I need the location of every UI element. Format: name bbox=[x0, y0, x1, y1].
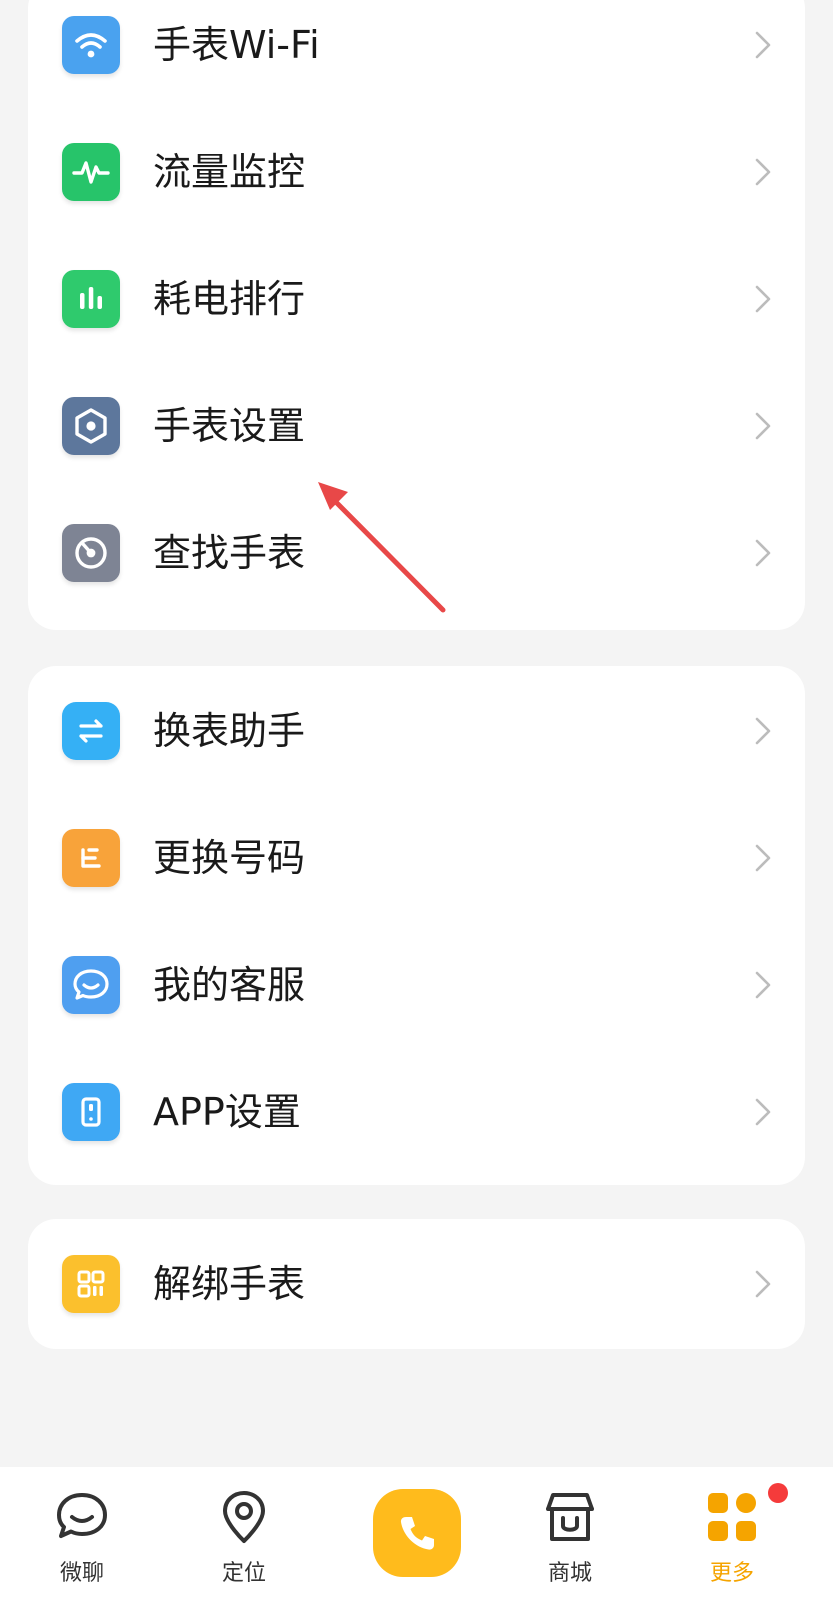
tab-chat[interactable]: 微聊 bbox=[22, 1467, 142, 1600]
account-card: 换表助手 更换号码 我的客服 APP设置 bbox=[28, 666, 805, 1185]
chevron-right-icon bbox=[755, 412, 771, 440]
qr-code-icon bbox=[62, 1255, 120, 1313]
chevron-right-icon bbox=[755, 158, 771, 186]
chevron-right-icon bbox=[755, 31, 771, 59]
menu-item-battery-ranking[interactable]: 耗电排行 bbox=[28, 234, 805, 364]
chat-smile-icon bbox=[62, 956, 120, 1014]
menu-item-change-number[interactable]: 更换号码 bbox=[28, 793, 805, 923]
swap-icon bbox=[62, 702, 120, 760]
tab-location[interactable]: 定位 bbox=[184, 1467, 304, 1600]
bar-chart-icon bbox=[62, 270, 120, 328]
tab-label: 微聊 bbox=[59, 1561, 104, 1586]
menu-item-find-watch[interactable]: 查找手表 bbox=[28, 488, 805, 618]
phone-icon bbox=[400, 1517, 434, 1550]
bottom-tab-bar: 微聊 定位 商城 更多 bbox=[0, 1467, 833, 1600]
chevron-right-icon bbox=[755, 1098, 771, 1126]
menu-item-label: 手表设置 bbox=[153, 404, 306, 448]
menu-item-traffic-monitor[interactable]: 流量监控 bbox=[28, 107, 805, 237]
menu-item-watch-wifi[interactable]: 手表Wi-Fi bbox=[28, 0, 805, 110]
chevron-right-icon bbox=[755, 285, 771, 313]
chevron-right-icon bbox=[755, 717, 771, 745]
menu-item-app-settings[interactable]: APP设置 bbox=[28, 1047, 805, 1177]
menu-item-label: 查找手表 bbox=[153, 531, 306, 575]
notification-badge bbox=[768, 1483, 788, 1503]
menu-item-watch-settings[interactable]: 手表设置 bbox=[28, 361, 805, 491]
chevron-right-icon bbox=[755, 844, 771, 872]
menu-item-label: 耗电排行 bbox=[153, 277, 306, 321]
menu-item-label: APP设置 bbox=[153, 1090, 301, 1134]
find-watch-icon bbox=[62, 524, 120, 582]
wifi-icon bbox=[62, 16, 120, 74]
menu-item-customer-service[interactable]: 我的客服 bbox=[28, 920, 805, 1050]
menu-item-label: 手表Wi-Fi bbox=[153, 23, 320, 67]
watch-features-card: 手表Wi-Fi 流量监控 耗电排行 手表设置 查找手表 bbox=[28, 0, 805, 630]
menu-item-label: 更换号码 bbox=[153, 836, 306, 880]
menu-item-label: 我的客服 bbox=[153, 963, 306, 1007]
hexagon-settings-icon bbox=[62, 397, 120, 455]
grid-more-icon bbox=[708, 1493, 756, 1541]
location-pin-icon bbox=[223, 1491, 265, 1543]
menu-item-label: 流量监控 bbox=[153, 150, 306, 194]
menu-item-label: 解绑手表 bbox=[153, 1262, 306, 1306]
tab-label: 定位 bbox=[221, 1561, 266, 1586]
menu-item-switch-watch[interactable]: 换表助手 bbox=[28, 666, 805, 796]
store-icon bbox=[546, 1493, 594, 1541]
tab-label: 商城 bbox=[547, 1561, 592, 1586]
phone-device-icon bbox=[62, 1083, 120, 1141]
chevron-right-icon bbox=[755, 539, 771, 567]
menu-item-unbind-watch[interactable]: 解绑手表 bbox=[28, 1219, 805, 1349]
chat-bubble-icon bbox=[57, 1493, 107, 1538]
tab-label: 更多 bbox=[709, 1561, 754, 1586]
tab-store[interactable]: 商城 bbox=[510, 1467, 630, 1600]
chevron-right-icon bbox=[755, 971, 771, 999]
menu-item-label: 换表助手 bbox=[153, 709, 306, 753]
sim-card-icon bbox=[62, 829, 120, 887]
unbind-card: 解绑手表 bbox=[28, 1219, 805, 1349]
call-button[interactable] bbox=[373, 1489, 461, 1577]
pulse-icon bbox=[62, 143, 120, 201]
chevron-right-icon bbox=[755, 1270, 771, 1298]
